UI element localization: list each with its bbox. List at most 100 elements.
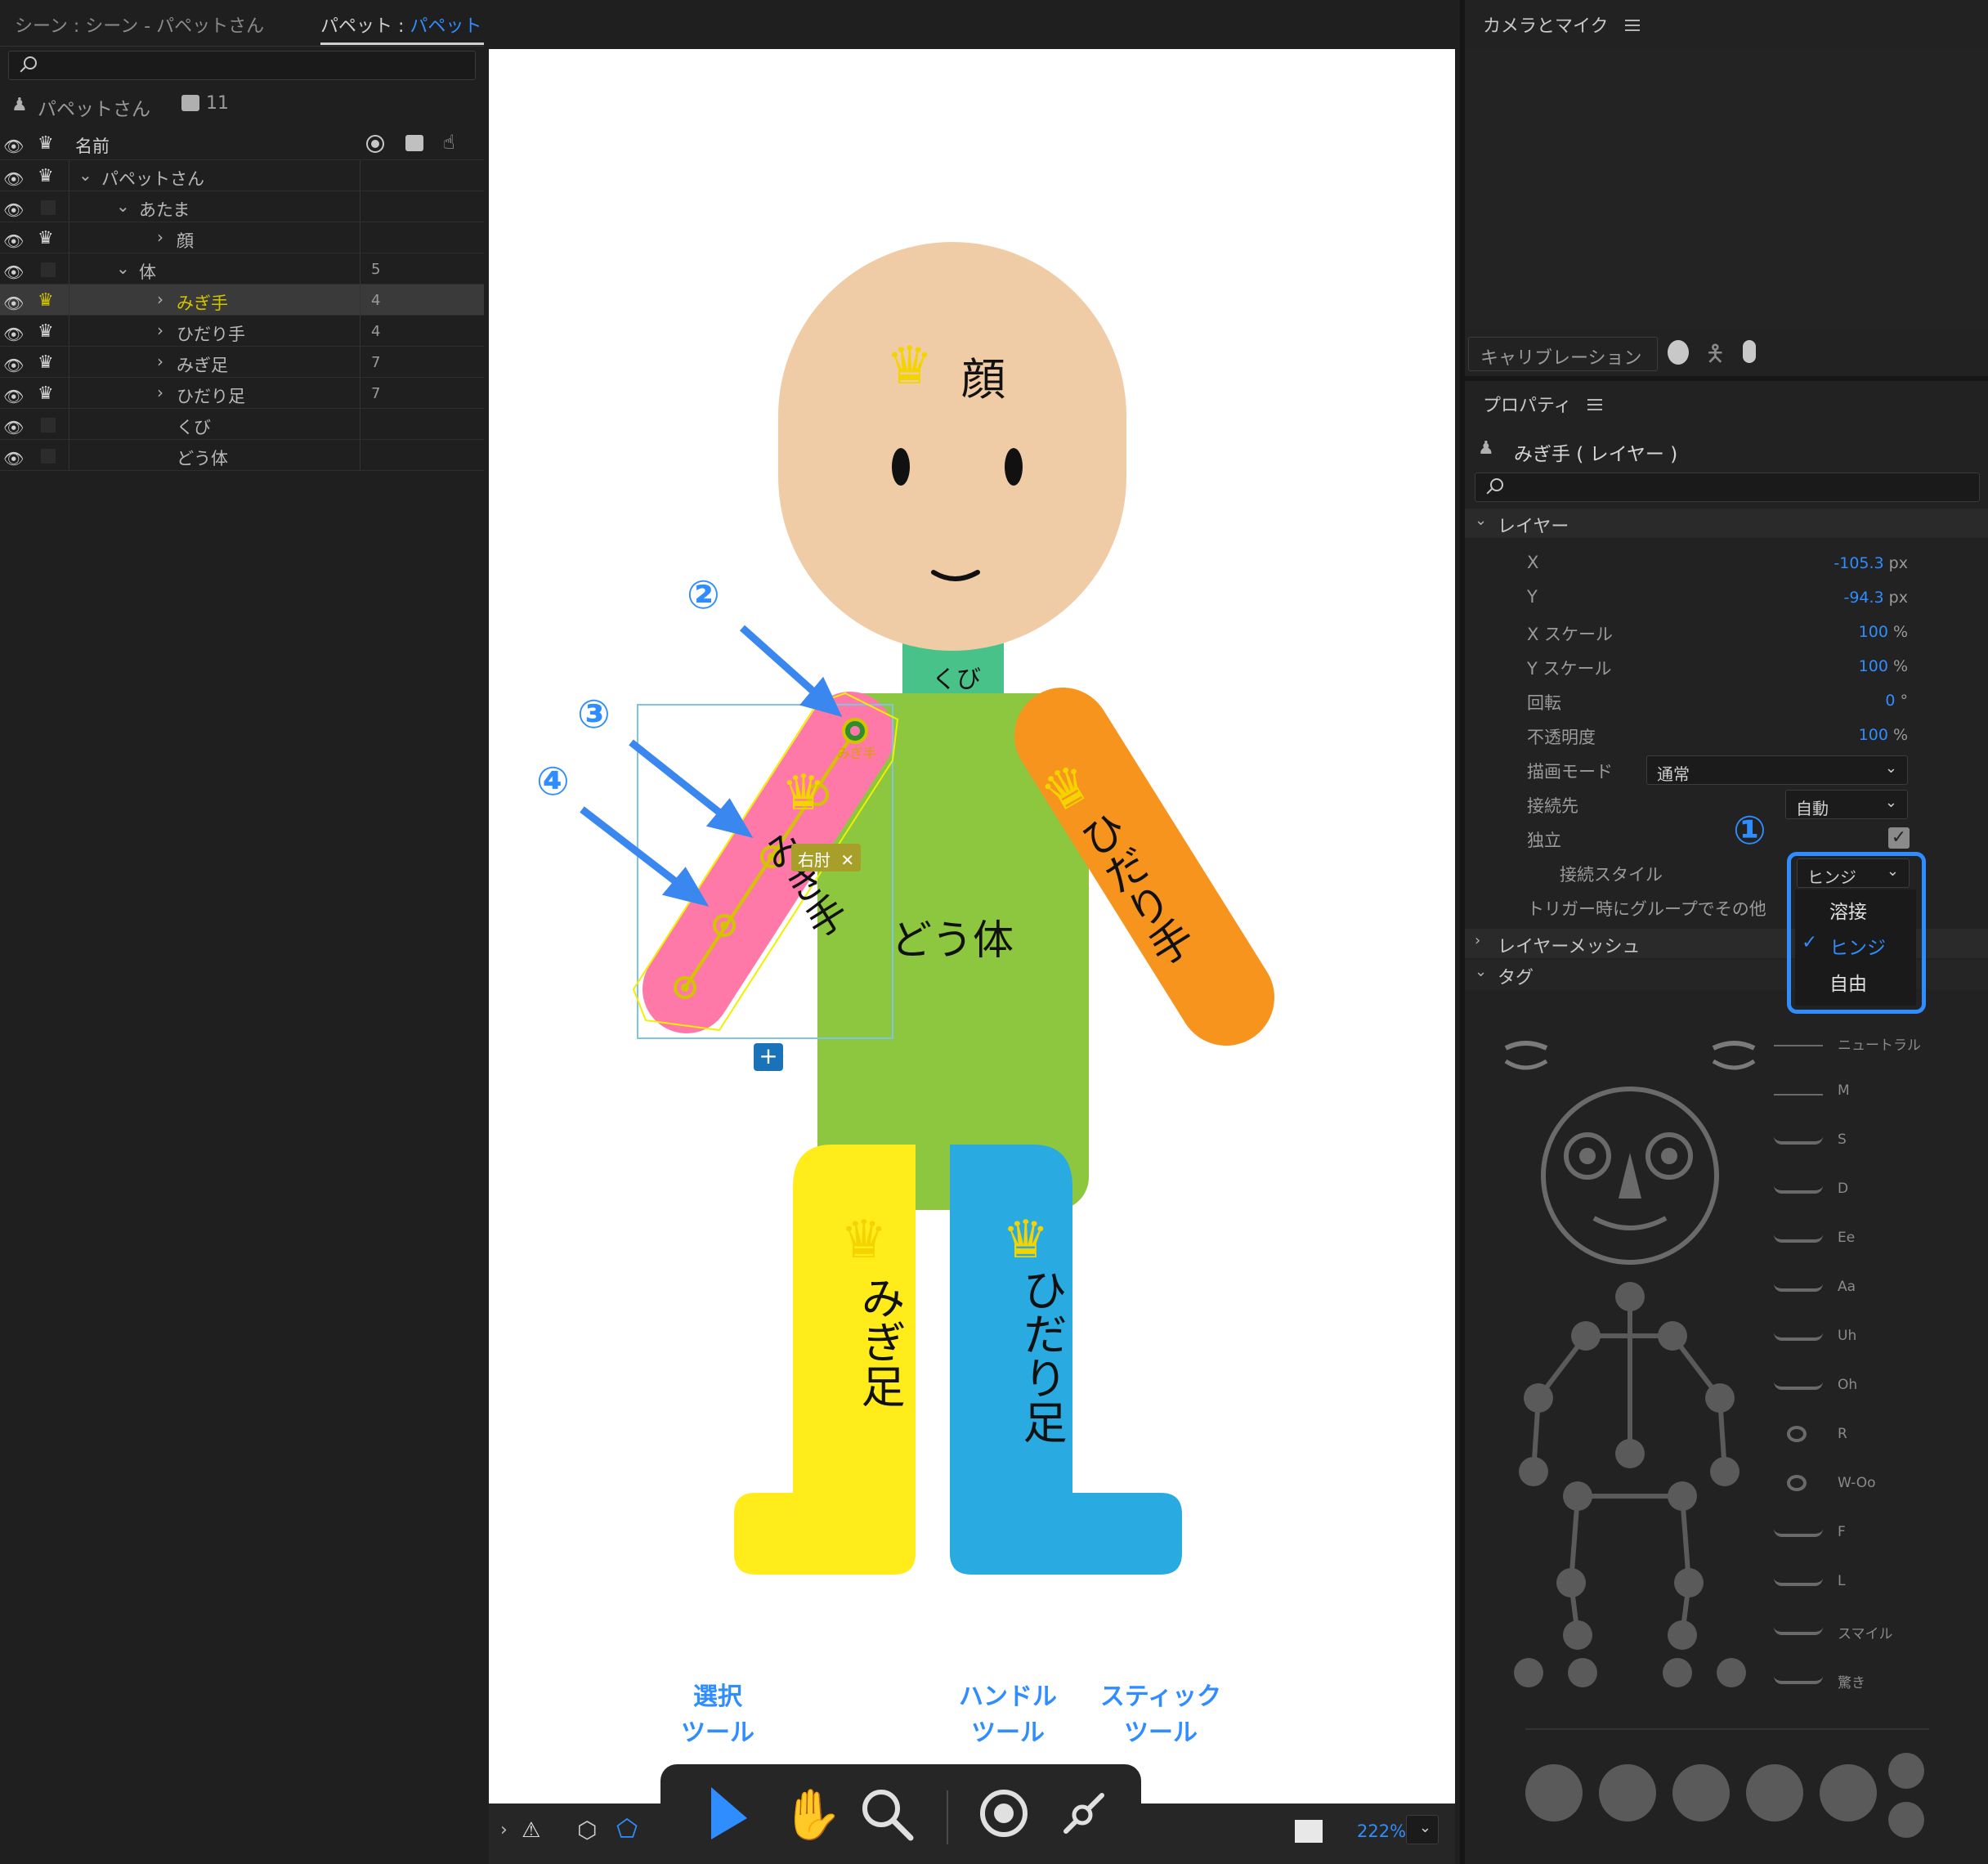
eye-icon[interactable]: 👁 [3,293,24,313]
mouth-shape-icon[interactable] [1774,1038,1823,1046]
warning-icon[interactable]: ⚠ [522,1818,540,1843]
crown-icon[interactable]: ♛ [38,166,54,186]
crown-icon[interactable]: ♛ [38,383,54,404]
record-icon[interactable] [366,135,384,153]
outline-icon[interactable]: ⬠ [616,1815,638,1844]
chevron-right-icon[interactable]: › [157,383,163,402]
mouth-shape-icon[interactable] [1774,1578,1823,1586]
eye-icon[interactable]: 👁 [3,356,24,375]
crown-icon[interactable]: ♛ [38,228,54,249]
zoom-dropdown[interactable]: ⌄ [1406,1815,1439,1844]
crown-icon[interactable]: ♛ [38,290,54,311]
zoom-level[interactable]: 222% [1357,1821,1406,1841]
close-icon[interactable]: ✕ [840,850,854,870]
property-value[interactable]: -94.3 px [1843,589,1908,607]
hand-tool-button[interactable]: ✋ [781,1786,843,1844]
layer-row[interactable]: 👁 ♛ › 顔 [0,222,484,253]
microphone-icon[interactable] [1743,340,1756,363]
mouth-shape-icon[interactable] [1774,1382,1823,1390]
mouth-shape-icon[interactable] [1774,1087,1823,1096]
attach-style-option[interactable]: 溶接 [1798,894,1913,927]
layer-row[interactable]: 👁 ⌄ 体 5 [0,253,484,285]
chevron-right-icon[interactable]: › [157,320,163,340]
stick-tool-button[interactable] [1058,1787,1110,1839]
select-tool-button[interactable] [705,1782,757,1848]
eye-icon[interactable]: 👁 [3,418,24,437]
chevron-down-icon[interactable]: ⌄ [78,165,92,185]
mouth-shape-icon[interactable] [1774,1529,1823,1537]
elbow-tag[interactable]: 右肘 ✕ [791,844,862,872]
mesh-icon[interactable]: ⬡ [577,1817,597,1844]
body-tag-diagram[interactable] [1504,1275,1757,1700]
crown-toggle[interactable] [41,418,56,432]
mouth-shape-icon[interactable] [1774,1676,1823,1684]
head-turn-icon[interactable] [1525,1764,1583,1821]
layer-row[interactable]: 👁 どう体 [0,440,484,471]
mouth-shape-icon[interactable] [1774,1284,1823,1292]
property-value[interactable]: -105.3 px [1834,554,1908,572]
mouth-shape-icon[interactable] [1774,1185,1823,1194]
puppet-search-input[interactable] [8,51,476,80]
independent-checkbox[interactable]: ✓ [1888,827,1910,849]
crown-icon[interactable]: ♛ [38,321,54,342]
eye-icon[interactable]: 👁 [3,325,24,344]
layer-row[interactable]: 👁 ♛ ⌄ パペットさん [0,160,484,191]
body-track-icon[interactable]: 🯅 [1705,337,1726,376]
eye-icon[interactable]: 👁 [3,449,24,468]
calibration-button[interactable]: キャリブレーション [1468,337,1658,371]
layer-row[interactable]: 👁 ♛ › ひだり手 4 [0,316,484,347]
tab-camera-mic[interactable]: カメラとマイク [1483,11,1609,38]
mouth-shape-icon[interactable] [1774,1627,1823,1635]
section-layer[interactable]: ⌄ レイヤー [1465,509,1988,538]
head-turn-icon[interactable] [1820,1764,1877,1821]
attach-to-dropdown[interactable]: 自動 ⌄ [1785,790,1908,819]
head-turn-icon[interactable] [1746,1764,1803,1821]
camera-menu-icon[interactable] [1625,20,1640,31]
layer-row[interactable]: 👁 くび [0,409,484,440]
layer-row[interactable]: 👁 ⌄ あたま [0,191,484,222]
mouth-shape-icon[interactable] [1787,1426,1807,1442]
head-tilt-icon[interactable] [1888,1802,1924,1838]
crown-toggle[interactable] [41,262,56,277]
property-value[interactable]: 0 ° [1885,692,1908,710]
head-turn-icon[interactable] [1672,1764,1730,1821]
eye-icon[interactable]: 👁 [3,231,24,251]
mouth-shape-icon[interactable] [1787,1475,1807,1491]
background-color-swatch[interactable] [1295,1820,1323,1843]
handle-tool-button[interactable] [978,1787,1030,1839]
crown-toggle[interactable] [41,200,56,215]
property-value[interactable]: 100 % [1859,726,1908,744]
camera-behavior-icon[interactable] [405,135,423,151]
head-tilt-icon[interactable] [1888,1753,1924,1789]
mouth-shape-icon[interactable] [1774,1136,1823,1145]
attach-style-option[interactable]: 自由 [1798,966,1913,999]
blend-mode-dropdown[interactable]: 通常 ⌄ [1646,755,1908,785]
tab-scene[interactable]: シーン : シーン - パペットさん [15,11,264,38]
add-button[interactable]: + [754,1043,783,1071]
eye-icon[interactable]: 👁 [3,387,24,406]
properties-search-input[interactable] [1475,473,1980,502]
layer-row[interactable]: 👁 ♛ › みぎ足 7 [0,347,484,378]
layer-row[interactable]: 👁 ♛ › みぎ手 4 [0,285,484,316]
eye-icon[interactable]: 👁 [3,169,24,189]
mouth-shape-icon[interactable] [1774,1234,1823,1243]
expand-icon[interactable]: › [500,1820,508,1840]
face-tag-diagram[interactable] [1496,1038,1766,1284]
crown-icon[interactable]: ♛ [38,352,54,373]
properties-menu-icon[interactable] [1587,399,1602,410]
crown-toggle[interactable] [41,449,56,464]
layer-row[interactable]: 👁 ♛ › ひだり足 7 [0,378,484,409]
hand-trigger-icon[interactable]: ☝ [443,131,455,154]
chevron-right-icon[interactable]: › [157,227,163,247]
attach-style-option[interactable]: ✓ ヒンジ [1798,930,1913,963]
zoom-tool-button[interactable] [858,1786,916,1843]
mouth-shape-icon[interactable] [1774,1333,1823,1341]
property-value[interactable]: 100 % [1859,623,1908,641]
eye-icon[interactable]: 👁 [3,262,24,282]
property-value[interactable]: 100 % [1859,657,1908,675]
attach-style-dropdown[interactable]: ヒンジ ⌄ [1797,858,1910,888]
chevron-down-icon[interactable]: ⌄ [116,196,130,216]
head-turn-icon[interactable] [1599,1764,1656,1821]
webcam-icon[interactable] [1668,340,1689,365]
chevron-right-icon[interactable]: › [157,289,163,309]
